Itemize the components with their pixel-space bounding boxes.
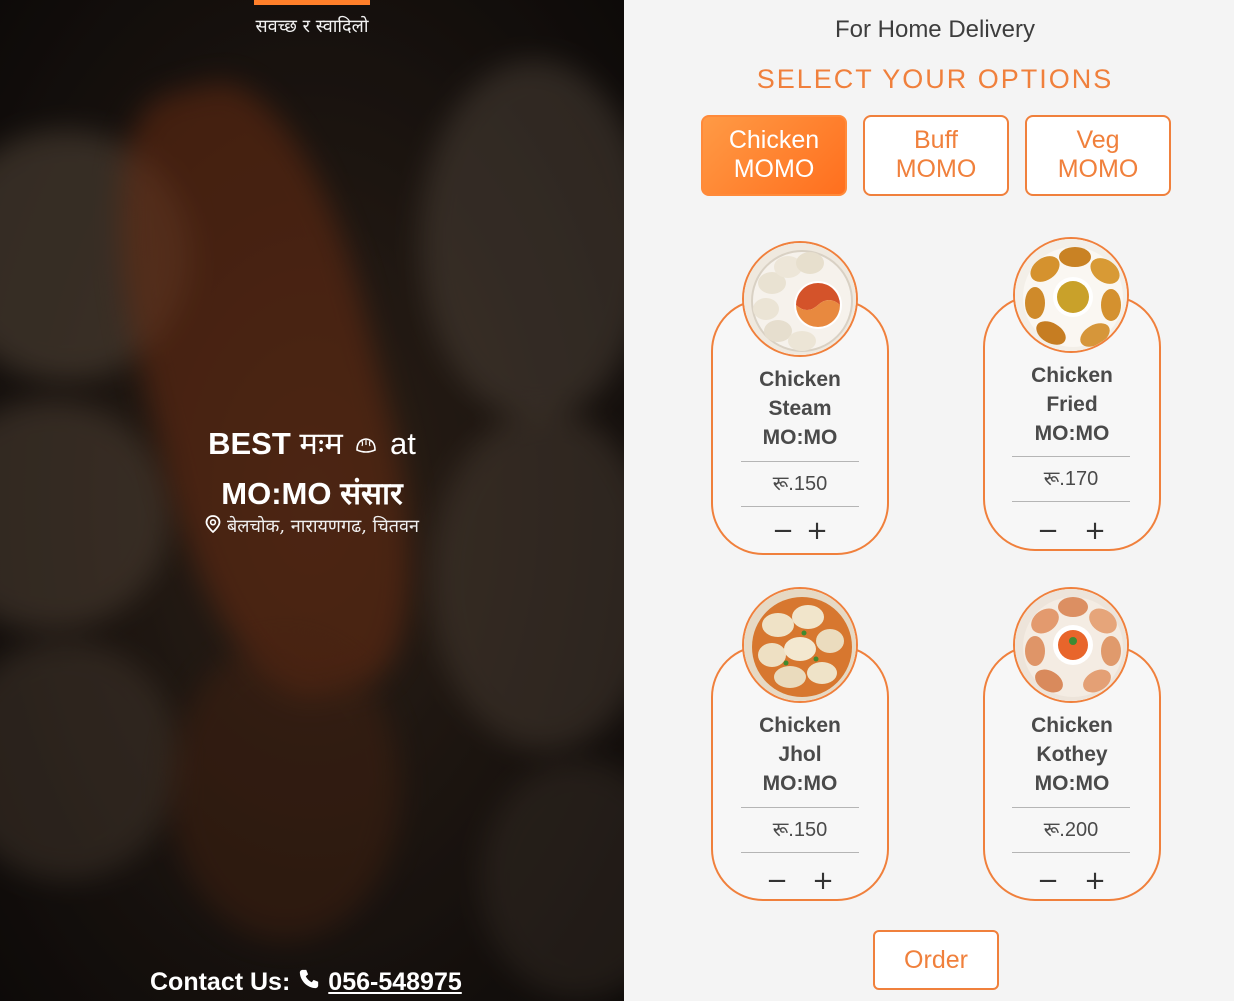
contact-label: Contact Us: [150, 968, 291, 996]
increase-quantity-button[interactable]: + [811, 868, 835, 894]
card-price: रू.170 [1012, 456, 1130, 502]
card-name-line3: MO:MO [762, 426, 838, 449]
increase-quantity-button[interactable]: + [1083, 518, 1107, 544]
hero-title-at: at [390, 426, 416, 461]
location-text: बेलचोक, नारायणगढ, चितवन [226, 516, 420, 537]
jhol-momo-image [742, 587, 858, 703]
card-name: Chicken Jhol MO:MO [711, 711, 889, 798]
decrease-quantity-button[interactable]: − [771, 518, 795, 544]
hero-tagline: सवच्छ र स्वादिलो [255, 16, 369, 37]
steam-momo-image [742, 241, 858, 357]
tab-label-line1: Veg [1076, 126, 1120, 154]
tab-label-line2: MOMO [895, 155, 977, 183]
card-price: रू.200 [1012, 807, 1130, 853]
contact-phone-link[interactable]: 056-548975 [328, 968, 461, 997]
hero-title-momo-dev: मःम [299, 426, 343, 461]
card-price: रू.150 [741, 461, 859, 507]
card-name-line2: Jhol [778, 743, 822, 766]
tab-buff-momo[interactable]: Buff MOMO [863, 115, 1009, 196]
tab-veg-momo[interactable]: Veg MOMO [1025, 115, 1171, 196]
tab-label-line1: Chicken [728, 126, 820, 154]
card-name-line2: Fried [1046, 393, 1098, 416]
delivery-heading: For Home Delivery [834, 16, 1036, 43]
tab-label-line2: MOMO [1057, 155, 1139, 183]
hero-title-best: BEST [208, 426, 291, 461]
card-name-line3: MO:MO [762, 772, 838, 795]
decrease-quantity-button[interactable]: − [765, 868, 789, 894]
nav-active-underline [254, 0, 370, 5]
select-options-heading: SELECT YOUR OPTIONS [756, 64, 1114, 94]
location-pin-icon [205, 514, 221, 538]
decrease-quantity-button[interactable]: − [1036, 518, 1060, 544]
card-name-line3: MO:MO [1034, 422, 1110, 445]
fried-momo-image [1013, 237, 1129, 353]
hero-title: BEST मःम at MO:MO संसार [0, 420, 624, 518]
hero-panel: सवच्छ र स्वादिलो BEST मःम at MO:MO संसार… [0, 0, 624, 1001]
increase-quantity-button[interactable]: + [805, 518, 829, 544]
decrease-quantity-button[interactable]: − [1036, 868, 1060, 894]
order-button[interactable]: Order [873, 930, 999, 990]
phone-icon [298, 968, 320, 997]
card-name-line1: Chicken [759, 368, 841, 391]
tab-label-line2: MOMO [733, 155, 815, 183]
hero-location: बेलचोक, नारायणगढ, चितवन [0, 514, 624, 538]
card-name-line1: Chicken [759, 714, 841, 737]
tab-label-line1: Buff [913, 126, 959, 154]
card-name-line3: MO:MO [1034, 772, 1110, 795]
card-price: रू.150 [741, 807, 859, 853]
card-name-line1: Chicken [1031, 714, 1113, 737]
hero-title-line2: MO:MO संसार [221, 475, 403, 511]
card-name-line1: Chicken [1031, 364, 1113, 387]
card-name-line2: Steam [768, 397, 832, 420]
kothey-momo-image [1013, 587, 1129, 703]
contact-bar: Contact Us: 056-548975 [150, 968, 462, 997]
card-name: Chicken Kothey MO:MO [983, 711, 1161, 798]
card-name: Chicken Fried MO:MO [983, 361, 1161, 448]
card-name-line2: Kothey [1036, 743, 1108, 766]
tab-chicken-momo[interactable]: Chicken MOMO [701, 115, 847, 196]
card-name: Chicken Steam MO:MO [711, 365, 889, 452]
dumpling-icon [355, 422, 377, 470]
increase-quantity-button[interactable]: + [1083, 868, 1107, 894]
hero-title-line1: BEST मःम at [0, 420, 624, 470]
